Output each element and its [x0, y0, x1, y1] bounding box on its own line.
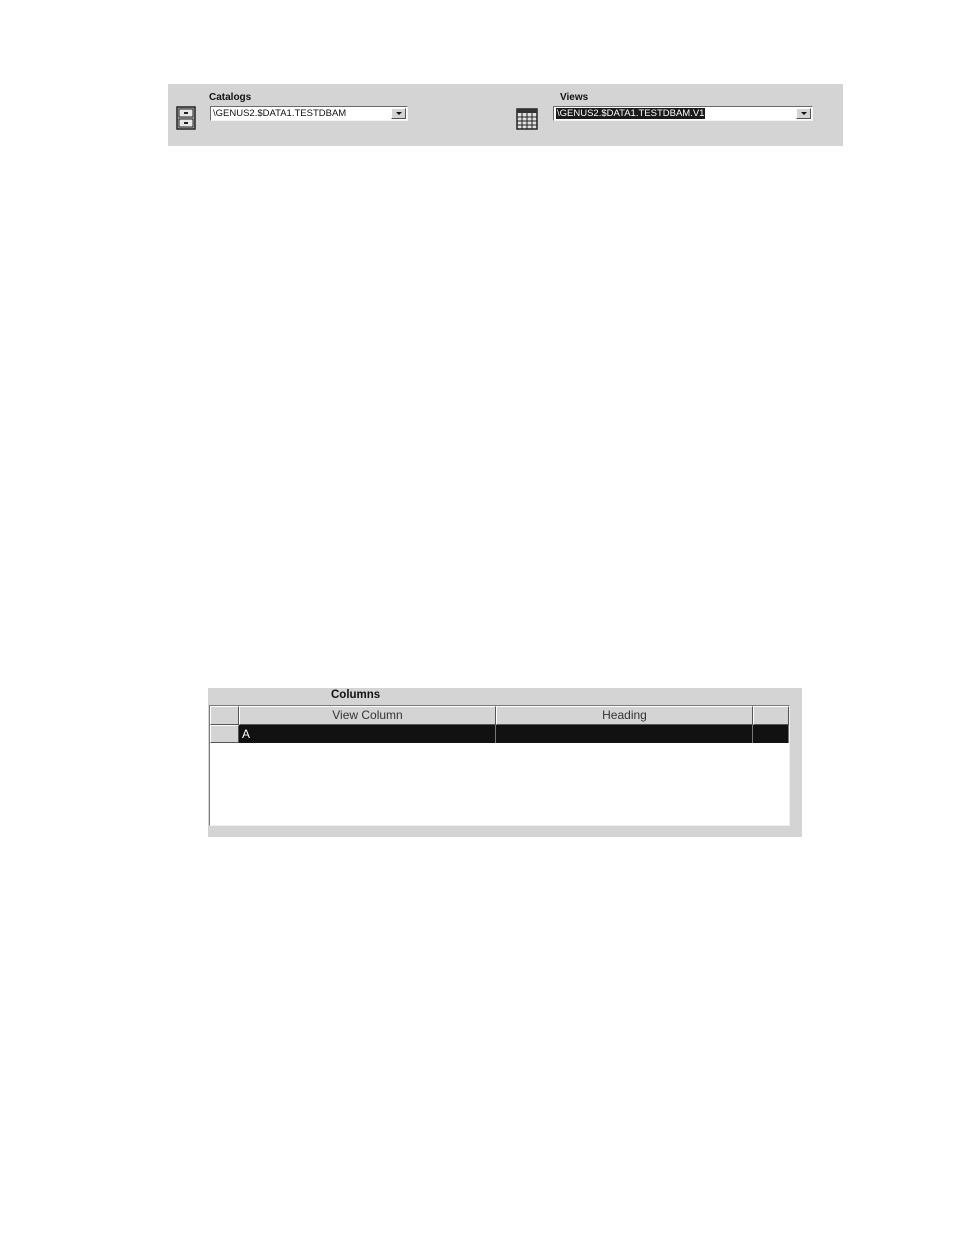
column-header-heading[interactable]: Heading	[496, 706, 753, 725]
catalogs-dropdown-button[interactable]	[391, 108, 406, 119]
views-selected-value: \GENUS2.$DATA1.TESTDBAM.V1	[556, 108, 706, 119]
views-label: Views	[560, 92, 589, 103]
columns-grid[interactable]: View Column Heading A	[209, 705, 790, 826]
grid-header: View Column Heading	[210, 706, 789, 725]
file-cabinet-icon[interactable]	[176, 106, 196, 130]
columns-title: Columns	[331, 689, 381, 701]
column-header-view-column[interactable]: View Column	[239, 706, 496, 725]
cell-view-column[interactable]: A	[239, 725, 496, 743]
catalogs-dropdown[interactable]: \GENUS2.$DATA1.TESTDBAM	[210, 106, 408, 121]
grid-corner-cell[interactable]	[210, 706, 239, 725]
catalogs-label: Catalogs	[209, 92, 252, 103]
views-dropdown[interactable]: \GENUS2.$DATA1.TESTDBAM.V1	[553, 106, 813, 121]
row-selector[interactable]	[210, 725, 239, 743]
catalog-view-toolbar: Catalogs \GENUS2.$DATA1.TESTDBAM Views \…	[168, 84, 843, 146]
grid-table-icon[interactable]	[516, 108, 538, 130]
catalogs-selected-value: \GENUS2.$DATA1.TESTDBAM	[213, 108, 347, 119]
columns-panel: Columns View Column Heading A	[208, 688, 802, 837]
table-row[interactable]: A	[210, 725, 789, 743]
cell-heading[interactable]	[496, 725, 753, 743]
views-dropdown-button[interactable]	[796, 108, 811, 119]
column-header-filler	[753, 706, 789, 725]
cell-filler	[753, 725, 789, 743]
